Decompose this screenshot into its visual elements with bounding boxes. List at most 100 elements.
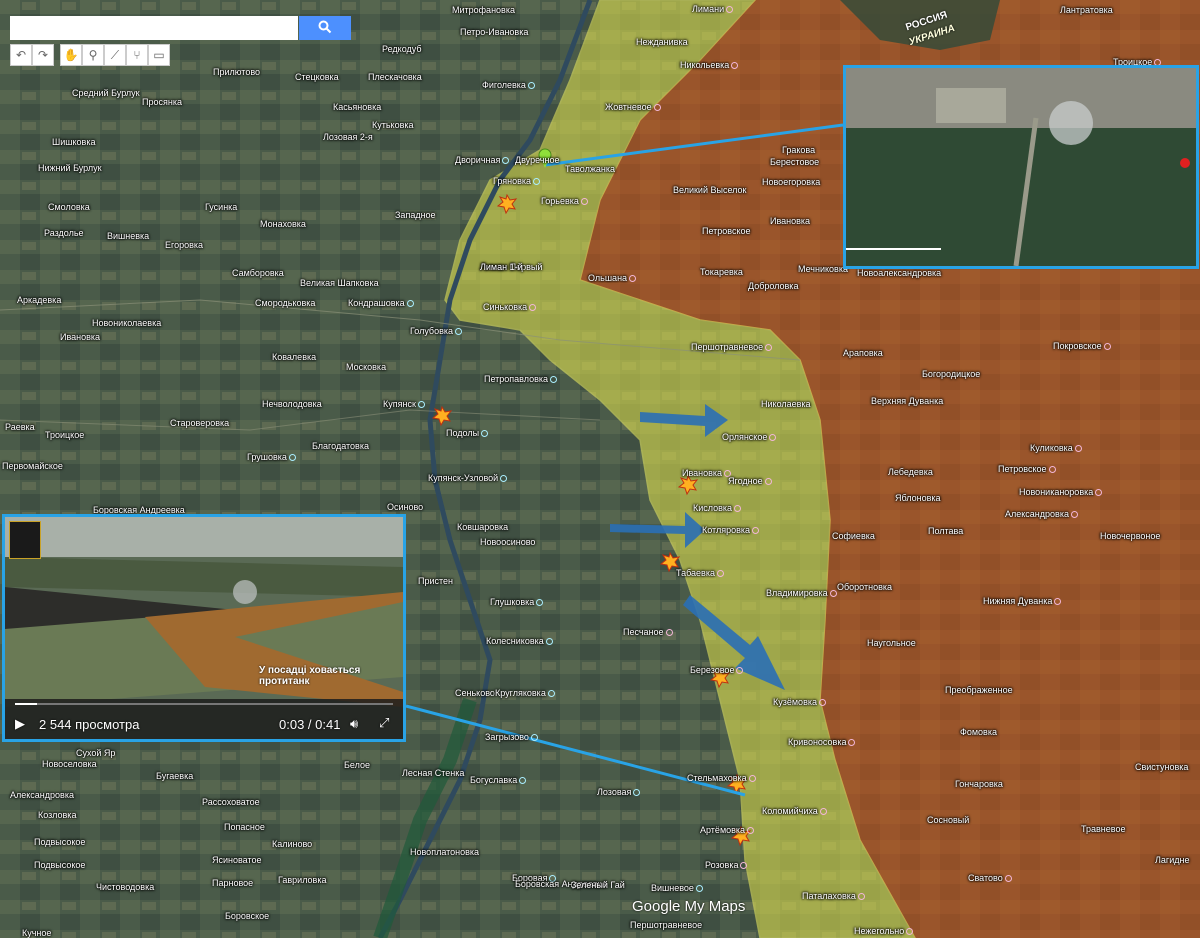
- place-label[interactable]: Нижняя Дуванка: [983, 596, 1062, 606]
- place-label[interactable]: Лесная Стенка: [402, 768, 464, 778]
- place-label[interactable]: Араповка: [843, 348, 883, 358]
- place-label[interactable]: Калиново: [272, 839, 312, 849]
- place-label[interactable]: Паталаховка: [802, 891, 865, 901]
- place-label[interactable]: Осиново: [387, 502, 423, 512]
- place-label[interactable]: Чистоводовка: [96, 882, 154, 892]
- place-label[interactable]: Петропавловка: [484, 374, 558, 384]
- place-label[interactable]: Сосновый: [927, 815, 969, 825]
- place-label[interactable]: Ягодное: [728, 476, 772, 486]
- place-label[interactable]: Редкодуб: [382, 44, 422, 54]
- place-label[interactable]: Новоегоровка: [762, 177, 820, 187]
- hand-icon[interactable]: ✋: [60, 44, 82, 66]
- place-label[interactable]: Глушковка: [490, 597, 544, 607]
- place-label[interactable]: Благодатовка: [312, 441, 369, 451]
- place-label[interactable]: Купянск-Узловой: [428, 473, 508, 483]
- place-label[interactable]: Синьковка: [483, 302, 537, 312]
- place-label[interactable]: Бугаевка: [156, 771, 193, 781]
- undo-icon[interactable]: ↶: [10, 44, 32, 66]
- place-label[interactable]: Петровское: [998, 464, 1056, 474]
- place-label[interactable]: Прилютово: [213, 67, 260, 77]
- place-label[interactable]: Нежегольно: [854, 926, 914, 936]
- place-label[interactable]: Троицкое: [45, 430, 84, 440]
- search-input[interactable]: [10, 16, 298, 40]
- place-label[interactable]: Средний Бурлук: [72, 88, 140, 98]
- place-label[interactable]: Лимани: [692, 4, 734, 14]
- place-label[interactable]: Петро-Ивановка: [460, 27, 528, 37]
- search-button[interactable]: [299, 16, 351, 40]
- place-label[interactable]: Александровка: [10, 790, 74, 800]
- place-label[interactable]: Подвысокое: [34, 837, 85, 847]
- place-label[interactable]: Ольшана: [588, 273, 637, 283]
- place-label[interactable]: Стецковка: [295, 72, 339, 82]
- place-label[interactable]: Сухой Яр: [76, 748, 115, 758]
- place-label[interactable]: Зеленый Гай: [571, 880, 625, 890]
- place-label[interactable]: Ивановка: [60, 332, 100, 342]
- place-label[interactable]: Табаевка: [676, 568, 724, 578]
- place-label[interactable]: Кутьковка: [372, 120, 414, 130]
- place-label[interactable]: Покровское: [1053, 341, 1111, 351]
- place-label[interactable]: Голубовка: [410, 326, 463, 336]
- place-label[interactable]: Першотравневое: [630, 920, 702, 930]
- place-label[interactable]: Фиголевка: [482, 80, 535, 90]
- place-label[interactable]: Пристен: [418, 576, 453, 586]
- place-label[interactable]: Грушовка: [247, 452, 296, 462]
- place-label[interactable]: Орлянское: [722, 432, 777, 442]
- place-label[interactable]: Западное: [395, 210, 436, 220]
- place-label[interactable]: Таволжанка: [565, 164, 615, 174]
- place-label[interactable]: Полтава: [928, 526, 963, 536]
- place-label[interactable]: Александровка: [1005, 509, 1078, 519]
- place-label[interactable]: Ясиноватое: [212, 855, 262, 865]
- video-player-left[interactable]: У посадці ховається протитанк ▶ 2 544 пр…: [2, 514, 406, 742]
- place-label[interactable]: Лозовая: [597, 787, 641, 797]
- place-label[interactable]: Кучное: [22, 928, 51, 938]
- place-label[interactable]: Нежданивка: [636, 37, 688, 47]
- place-label[interactable]: Кондрашовка: [348, 298, 414, 308]
- place-label[interactable]: Парновое: [212, 878, 253, 888]
- place-label[interactable]: Преображенное: [945, 685, 1013, 695]
- place-label[interactable]: Травневое: [1081, 824, 1125, 834]
- place-label[interactable]: Первомайское: [2, 461, 63, 471]
- place-label[interactable]: Плескачовка: [368, 72, 422, 82]
- place-label[interactable]: Егоровка: [165, 240, 203, 250]
- place-label[interactable]: Просянка: [142, 97, 182, 107]
- place-label[interactable]: Песчаное: [623, 627, 673, 637]
- place-label[interactable]: Московка: [346, 362, 386, 372]
- line-icon[interactable]: ⟋: [104, 44, 126, 66]
- place-label[interactable]: Колесниковка: [486, 636, 553, 646]
- video-player-right[interactable]: [843, 65, 1199, 269]
- place-label[interactable]: Ивановка: [770, 216, 810, 226]
- place-label[interactable]: Николаевка: [761, 399, 811, 409]
- place-label[interactable]: Токаревка: [700, 267, 743, 277]
- place-label[interactable]: Сеньково: [455, 688, 495, 698]
- place-label[interactable]: Владимировка: [766, 588, 837, 598]
- play-icon[interactable]: ▶: [15, 716, 25, 732]
- place-label[interactable]: Котляровка: [702, 525, 760, 535]
- place-label[interactable]: Староверовка: [170, 418, 229, 428]
- redo-icon[interactable]: ↷: [32, 44, 54, 66]
- place-label[interactable]: Вишневое: [651, 883, 703, 893]
- place-label[interactable]: Оборотновка: [837, 582, 892, 592]
- place-label[interactable]: Подолы: [446, 428, 489, 438]
- route-icon[interactable]: ⑂: [126, 44, 148, 66]
- place-label[interactable]: Березовое: [690, 665, 744, 675]
- place-label[interactable]: Великий Выселок: [673, 185, 746, 195]
- place-label[interactable]: Лагидне: [1155, 855, 1189, 865]
- place-label[interactable]: Лозовая 2-я: [323, 132, 373, 142]
- place-label[interactable]: Горьевка: [541, 196, 588, 206]
- place-label[interactable]: Верхняя Дуванка: [871, 396, 943, 406]
- place-label[interactable]: Смородьковка: [255, 298, 315, 308]
- place-label[interactable]: Жовтневое: [605, 102, 661, 112]
- place-label[interactable]: Ковшаровка: [457, 522, 508, 532]
- place-label[interactable]: Коломийчиха: [762, 806, 827, 816]
- place-label[interactable]: Великая Шапковка: [300, 278, 379, 288]
- place-label[interactable]: Мечниковка: [798, 264, 848, 274]
- place-label[interactable]: Новоселовка: [42, 759, 97, 769]
- place-label[interactable]: Гавриловка: [278, 875, 326, 885]
- place-label[interactable]: Самборовка: [232, 268, 284, 278]
- place-label[interactable]: Новониканоровка: [1019, 487, 1103, 497]
- place-label[interactable]: Софиевка: [832, 531, 875, 541]
- place-label[interactable]: Берестовое: [770, 157, 819, 167]
- place-label[interactable]: Рассоховатое: [202, 797, 260, 807]
- place-label[interactable]: Гончаровка: [955, 779, 1003, 789]
- place-label[interactable]: Раздолье: [44, 228, 84, 238]
